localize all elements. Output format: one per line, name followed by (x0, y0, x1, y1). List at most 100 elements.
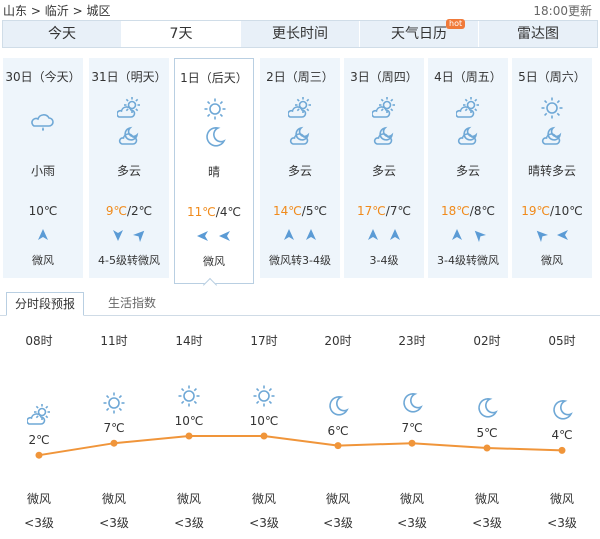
hour-wind-level: <3级 (547, 516, 577, 530)
wind-arrow-icon (468, 230, 490, 245)
day-temperature: 19℃/10℃ (521, 204, 583, 218)
hour-time: 11时 (100, 334, 128, 348)
wind-arrow-icon (384, 229, 406, 245)
partly-cloudy-icon (371, 96, 396, 120)
day-card[interactable]: 1日（后天） 晴 11℃/4℃ 微风 (174, 58, 254, 284)
partly-cloudy-icon (287, 96, 312, 120)
wind-level: 3-4级转微风 (437, 254, 499, 267)
partly-cloudy-icon (455, 96, 480, 120)
wind-arrow-icon (446, 229, 468, 245)
wind-direction (3, 228, 83, 244)
sub-tabs: 分时段预报 生活指数 (0, 292, 600, 316)
hour-time: 20时 (324, 334, 352, 348)
day-temperature: 10℃ (3, 204, 83, 218)
wind-direction (344, 228, 424, 244)
top-bar: 山东 > 临沂 > 城区 18:00更新 (0, 0, 600, 18)
hour-wind: 微风 (325, 492, 350, 506)
wind-level: 微风 (203, 255, 225, 268)
cloud-moon-icon (288, 124, 312, 148)
moon-icon (475, 396, 499, 424)
day-date: 3日（周四） (350, 70, 418, 84)
low-temp: 10℃ (554, 204, 583, 218)
rain-cloud-icon (31, 110, 55, 134)
day-date: 5日（周六） (518, 70, 586, 84)
day-condition: 晴转多云 (527, 164, 576, 178)
wind-level: 微风转3-4级 (269, 254, 331, 267)
hour-wind: 微风 (474, 492, 499, 506)
cloud-moon-icon (372, 124, 396, 148)
wind-level: 3-4级 (369, 254, 399, 267)
moon-icon (550, 398, 574, 426)
high-temp: 11℃ (187, 205, 216, 219)
tab-7-days[interactable]: 7天 (122, 21, 241, 47)
hour-time: 08时 (25, 334, 53, 348)
wind-arrow-icon (192, 231, 214, 246)
wind-direction (260, 228, 340, 244)
low-temp: 7℃ (389, 204, 411, 218)
tab-longer-term[interactable]: 更长时间 (241, 21, 360, 47)
tab-weather-calendar[interactable]: 天气日历 hot (360, 19, 479, 47)
wind-direction (428, 228, 508, 244)
hour-temperature: 2℃ (28, 433, 50, 448)
sun-icon (177, 384, 201, 412)
hour-temperature: 10℃ (174, 414, 204, 428)
day-card[interactable]: 2日（周三） 多云 14℃/5℃ 微风转3-4级 (260, 58, 340, 278)
breadcrumb-province[interactable]: 山东 (3, 4, 27, 18)
hour-wind: 微风 (549, 492, 574, 506)
hour-wind-level: <3级 (174, 516, 204, 530)
hot-badge: hot (446, 19, 466, 29)
day-card[interactable]: 5日（周六） 晴转多云 19℃/10℃ 微风 (512, 58, 592, 278)
wind-arrow-icon (214, 231, 236, 246)
high-temp: 14℃ (273, 204, 302, 218)
partly-cloudy-icon (26, 403, 51, 431)
wind-level: 4-5级转微风 (98, 254, 160, 267)
hour-temperature: 7℃ (401, 421, 423, 436)
tab-radar[interactable]: 雷达图 (479, 21, 597, 47)
hour-wind-level: <3级 (397, 516, 427, 530)
low-temp: 2℃ (131, 204, 153, 218)
temperature-point (35, 451, 43, 459)
wind-direction (512, 228, 592, 244)
forecast-tabs: 今天 7天 更长时间 天气日历 hot 雷达图 (2, 19, 598, 48)
breadcrumb-separator: > (72, 4, 83, 18)
wind-arrow-icon (362, 229, 384, 245)
temperature-point (334, 442, 342, 450)
hour-wind-level: <3级 (472, 516, 502, 530)
cloud-moon-icon (540, 124, 564, 148)
wind-direction (175, 229, 253, 245)
hour-wind: 微风 (101, 492, 126, 506)
day-temperature: 18℃/8℃ (441, 204, 495, 218)
tab-label: 天气日历 (391, 26, 447, 42)
update-time: 18:00更新 (533, 4, 592, 18)
day-condition: 小雨 (30, 164, 55, 178)
high-temp: 19℃ (521, 204, 550, 218)
hour-temperature: 6℃ (327, 423, 349, 438)
hour-wind-level: <3级 (323, 516, 353, 530)
day-date: 30日（今天） (5, 70, 81, 84)
hour-wind: 微风 (399, 492, 424, 506)
breadcrumb-separator: > (30, 4, 41, 18)
breadcrumb-city[interactable]: 临沂 (45, 4, 69, 18)
cloud-moon-icon (117, 124, 141, 148)
wind-direction (89, 228, 169, 244)
tab-today[interactable]: 今天 (3, 21, 122, 47)
hour-wind: 微风 (176, 492, 201, 506)
hour-wind-level: <3级 (24, 516, 54, 530)
hour-wind: 微风 (26, 492, 51, 506)
low-temp: 10℃ (28, 204, 58, 218)
day-card[interactable]: 3日（周四） 多云 17℃/7℃ 3-4级 (344, 58, 424, 278)
tab-hourly-forecast[interactable]: 分时段预报 (6, 292, 85, 316)
day-condition: 多云 (371, 164, 396, 178)
sun-icon (203, 97, 227, 121)
breadcrumb-district: 城区 (86, 4, 111, 18)
moon-icon (203, 125, 227, 149)
hour-wind-level: <3级 (249, 516, 279, 530)
moon-icon (400, 391, 424, 419)
day-card[interactable]: 4日（周五） 多云 18℃/8℃ 3-4级转微风 (428, 58, 508, 278)
sun-icon (102, 391, 126, 419)
tab-life-index[interactable]: 生活指数 (100, 292, 164, 316)
day-card[interactable]: 30日（今天） 小雨 10℃ 微风 (3, 58, 83, 278)
high-temp: 18℃ (441, 204, 470, 218)
day-card[interactable]: 31日（明天） 多云 9℃/2℃ 4-5级转微风 (89, 58, 169, 278)
low-temp: 5℃ (305, 204, 327, 218)
